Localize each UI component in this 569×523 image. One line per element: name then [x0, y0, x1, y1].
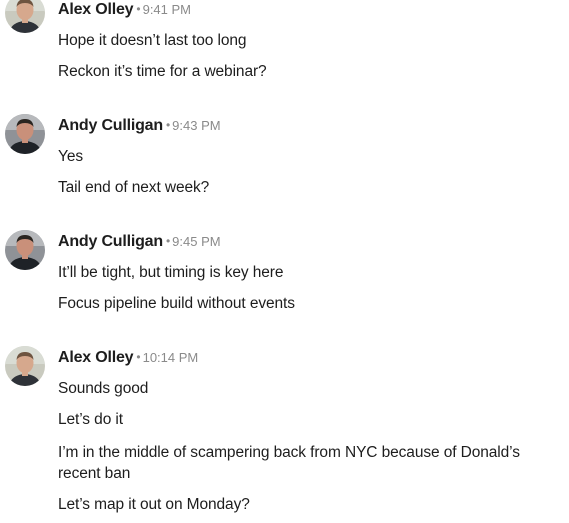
message-text: Hope it doesn’t last too long: [58, 32, 247, 49]
avatar[interactable]: [5, 0, 45, 33]
person-avatar-icon: [5, 346, 45, 386]
separator-dot: •: [165, 234, 171, 248]
sender-name[interactable]: Alex Olley: [58, 349, 134, 366]
message-text: Sounds good: [58, 380, 149, 397]
message-text: Let’s do it: [58, 411, 123, 428]
message-timestamp[interactable]: 9:41 PM: [143, 2, 191, 17]
avatar[interactable]: [5, 346, 45, 386]
message-text: I’m in the middle of scampering back fro…: [58, 444, 520, 482]
sender-name[interactable]: Andy Culligan: [58, 117, 163, 134]
message-timestamp[interactable]: 9:43 PM: [172, 118, 220, 133]
message-header: Andy Culligan • 9:43 PM: [58, 116, 221, 136]
person-avatar-icon: [5, 0, 45, 33]
message-timestamp[interactable]: 10:14 PM: [143, 350, 199, 365]
message-header: Alex Olley • 10:14 PM: [58, 348, 198, 368]
person-avatar-icon: [5, 230, 45, 270]
message-text: Let’s map it out on Monday?: [58, 496, 250, 513]
separator-dot: •: [165, 118, 171, 132]
person-avatar-icon: [5, 114, 45, 154]
message-text: Focus pipeline build without events: [58, 295, 295, 312]
message-text: It’ll be tight, but timing is key here: [58, 264, 284, 281]
sender-name[interactable]: Alex Olley: [58, 1, 134, 18]
message-timestamp[interactable]: 9:45 PM: [172, 234, 220, 249]
separator-dot: •: [136, 350, 141, 364]
message-text: Yes: [58, 148, 83, 165]
message-text: Tail end of next week?: [58, 179, 210, 196]
avatar[interactable]: [5, 114, 45, 154]
separator-dot: •: [136, 2, 141, 16]
sender-name[interactable]: Andy Culligan: [58, 233, 163, 250]
message-text: Reckon it’s time for a webinar?: [58, 63, 267, 80]
message-header: Andy Culligan • 9:45 PM: [58, 232, 221, 252]
message-thread: Alex Olley • 9:41 PM Hope it doesn’t last …: [0, 0, 569, 523]
avatar[interactable]: [5, 230, 45, 270]
message-header: Alex Olley • 9:41 PM: [58, 0, 191, 20]
